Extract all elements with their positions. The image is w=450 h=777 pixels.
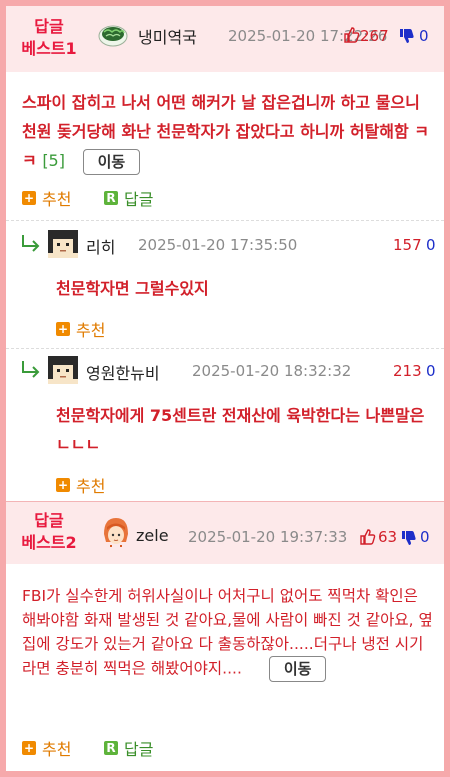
- divider: [6, 348, 444, 349]
- plus-icon: +: [22, 191, 36, 205]
- best2-nick[interactable]: zele: [136, 526, 169, 545]
- plus-icon: +: [56, 478, 70, 492]
- reply1-body-text: 천문학자면 그럴수있지: [56, 279, 209, 298]
- reply2-recommend-label: 추천: [76, 477, 106, 496]
- best1-nick[interactable]: 냉미역국: [138, 24, 197, 48]
- best2-upvote-count: 63: [378, 528, 398, 546]
- avatar[interactable]: [98, 20, 128, 48]
- reply-r-icon: R: [104, 741, 118, 755]
- best1-recommend-label: 추천: [42, 190, 72, 209]
- best2-move-button[interactable]: 이동: [268, 656, 327, 682]
- reply2-recommend-button[interactable]: + 추천: [56, 473, 105, 497]
- reply2-date: 2025-01-20 18:32:32: [192, 362, 352, 380]
- divider: [6, 220, 444, 221]
- best1-move-button[interactable]: 이동: [82, 148, 141, 175]
- best2-badge: 답글 베스트2: [10, 510, 88, 554]
- reply1-upvote-count: 157: [393, 236, 422, 254]
- reply-r-icon: R: [104, 191, 118, 205]
- best1-body: 스파이 잡히고 나서 어떤 해커가 날 잡은겁니까 하고 물으니 천원 돚거당해…: [22, 88, 438, 175]
- reply1-recommend-label: 추천: [76, 321, 106, 340]
- avatar[interactable]: [48, 230, 78, 258]
- best1-downvote-count: 0: [419, 27, 429, 45]
- avatar[interactable]: [100, 516, 132, 548]
- reply-arrow-icon: [22, 235, 40, 252]
- best2-date: 2025-01-20 19:37:33: [188, 528, 348, 546]
- best1-badge-line1: 답글: [34, 17, 64, 36]
- avatar[interactable]: [48, 356, 78, 384]
- reply1-date: 2025-01-20 17:35:50: [138, 236, 298, 254]
- comment-best-panel: 답글 베스트1 냉미역국 2025-01-20 17:22:26 267 0 스…: [6, 6, 444, 771]
- best2-recommend-label: 추천: [42, 740, 72, 759]
- best1-badge-line2: 베스트1: [21, 39, 77, 58]
- thumbs-down-icon[interactable]: [398, 28, 415, 45]
- reply2-body-text: 천문학자에게 75센트란 전재산에 육박한다는 나쁜말은 ㄴㄴㄴ: [56, 406, 425, 454]
- thumbs-up-icon[interactable]: [343, 26, 360, 43]
- best2-reply-button[interactable]: R 답글: [104, 736, 153, 760]
- reply1-nick[interactable]: 리히: [86, 234, 115, 258]
- best2-recommend-button[interactable]: + 추천: [22, 736, 71, 760]
- reply2-body: 천문학자에게 75센트란 전재산에 육박한다는 나쁜말은 ㄴㄴㄴ: [56, 401, 432, 459]
- best1-header: 답글 베스트1 냉미역국 2025-01-20 17:22:26 267 0: [6, 6, 444, 72]
- best2-header: 답글 베스트2 zele 2025-01-20 19:37:33 63 0: [6, 502, 444, 564]
- reply1-recommend-button[interactable]: + 추천: [56, 317, 105, 341]
- reply1-body: 천문학자면 그럴수있지: [56, 274, 436, 303]
- best1-reply-label: 답글: [124, 190, 154, 209]
- best2-body: FBI가 실수한게 허위사실이나 어처구니 없어도 찍먹차 확인은 해봐야함 화…: [22, 584, 436, 682]
- reply1-downvote-count: 0: [426, 236, 436, 254]
- best2-badge-line1: 답글: [34, 511, 64, 530]
- reply2-upvote-count: 213: [393, 362, 422, 380]
- best1-upvote-count: 267: [360, 27, 389, 45]
- reply-arrow-icon: [22, 361, 40, 378]
- plus-icon: +: [56, 322, 70, 336]
- thumbs-down-icon[interactable]: [400, 530, 417, 547]
- plus-icon: +: [22, 741, 36, 755]
- best1-recommend-button[interactable]: + 추천: [22, 186, 71, 210]
- best1-reply-button[interactable]: R 답글: [104, 186, 153, 210]
- reply2-downvote-count: 0: [426, 362, 436, 380]
- best2-reply-label: 답글: [124, 740, 154, 759]
- reply2-nick[interactable]: 영원한뉴비: [86, 360, 160, 384]
- thumbs-up-icon[interactable]: [359, 528, 376, 545]
- best2-downvote-count: 0: [420, 528, 430, 546]
- best2-badge-line2: 베스트2: [21, 533, 77, 552]
- best1-reply-count: [5]: [42, 151, 65, 170]
- best2-body-text: FBI가 실수한게 허위사실이나 어처구니 없어도 찍먹차 확인은 해봐야함 화…: [22, 587, 433, 678]
- best1-badge: 답글 베스트1: [10, 16, 88, 60]
